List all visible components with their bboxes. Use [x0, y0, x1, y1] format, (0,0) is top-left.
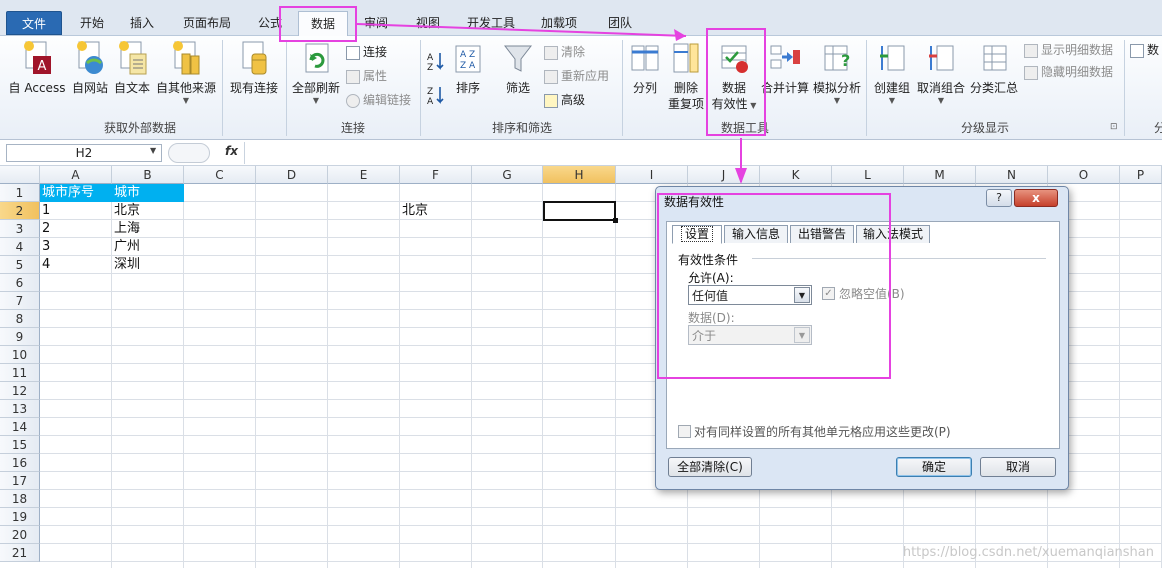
arrow-head-icon [674, 29, 686, 41]
annotation-arrow-1 [356, 23, 687, 37]
annotation-arrows [356, 23, 747, 184]
arrow-head-icon [735, 168, 747, 184]
watermark: https://blog.csdn.net/xuemanqianshan [902, 545, 1154, 560]
